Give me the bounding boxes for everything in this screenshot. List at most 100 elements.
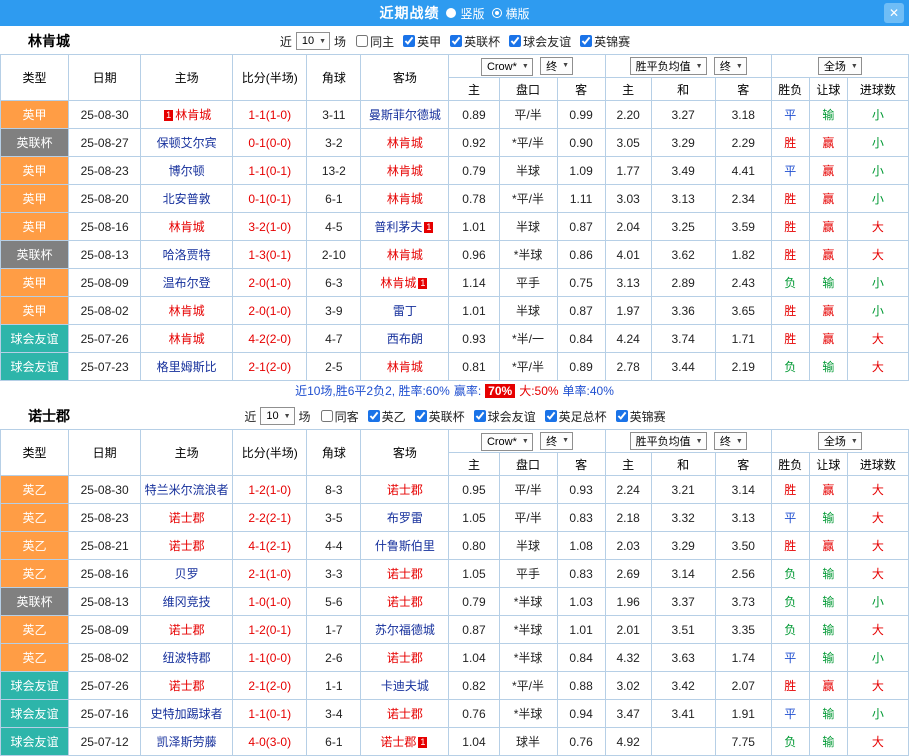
same-venue-checkbox-box[interactable] [356, 35, 368, 47]
team-link[interactable]: 西布朗 [387, 332, 423, 346]
league-filter-checkbox[interactable]: 英锦赛 [580, 33, 630, 50]
avg-draw-cell: 2.89 [651, 269, 715, 297]
league-filter-checkbox-box[interactable] [415, 410, 427, 422]
team-link[interactable]: 纽波特郡 [163, 651, 211, 665]
away-odds-cell-text: 1.09 [569, 164, 592, 178]
team-link[interactable]: 凯泽斯劳藤 [157, 735, 217, 749]
team-link[interactable]: 诺士郡 [169, 679, 205, 693]
avg-draw-cell: 3.37 [651, 588, 715, 616]
corner-cell-text: 3-9 [325, 304, 342, 318]
league-filter-checkbox[interactable]: 英甲 [403, 33, 441, 50]
team-link[interactable]: 普利茅夫 [374, 220, 422, 234]
team-link[interactable]: 保顿艾尔宾 [157, 136, 217, 150]
team-link[interactable]: 林肯城 [387, 164, 423, 178]
odds-final-select[interactable]: 终▼ [540, 57, 573, 75]
avg-home-cell-text: 2.24 [616, 483, 639, 497]
team-link[interactable]: 贝罗 [175, 567, 199, 581]
team-link[interactable]: 林肯城 [387, 136, 423, 150]
team-link[interactable]: 维冈竞技 [163, 595, 211, 609]
team-link[interactable]: 北安普敦 [163, 192, 211, 206]
team-link[interactable]: 林肯城 [387, 192, 423, 206]
avg-odds-select[interactable]: 胜平负均值▼ [630, 432, 707, 450]
team-link[interactable]: 博尔顿 [169, 164, 205, 178]
avg-odds-select[interactable]: 胜平负均值▼ [630, 57, 707, 75]
same-venue-checkbox[interactable]: 同客 [321, 408, 359, 425]
odds-final-select[interactable]: 终▼ [540, 432, 573, 450]
same-venue-checkbox[interactable]: 同主 [356, 33, 394, 50]
team-link[interactable]: 林肯城 [380, 276, 416, 290]
team-link[interactable]: 诺士郡 [387, 483, 423, 497]
team-link[interactable]: 特兰米尔流浪者 [145, 483, 229, 497]
league-filter-checkbox[interactable]: 英锦赛 [616, 408, 666, 425]
team-link[interactable]: 卡迪夫城 [381, 679, 429, 693]
section-bar: 林肯城 近10▼场同主英甲英联杯球会友谊英锦赛 [0, 28, 909, 54]
team-link[interactable]: 林肯城 [169, 304, 205, 318]
team-link[interactable]: 雷丁 [393, 304, 417, 318]
league-filter-checkbox[interactable]: 球会友谊 [509, 33, 571, 50]
avg-away-cell-text: 3.18 [732, 108, 755, 122]
close-button[interactable]: ✕ [884, 3, 904, 23]
team-link[interactable]: 曼斯菲尔德城 [369, 108, 441, 122]
layout-radio-horizontal[interactable]: 横版 [492, 5, 530, 22]
team-link[interactable]: 诺士郡 [169, 623, 205, 637]
league-filter-checkbox[interactable]: 英乙 [368, 408, 406, 425]
away-odds-cell-text: 1.11 [570, 192, 592, 206]
league-filter-checkbox-box[interactable] [474, 410, 486, 422]
avg-home-cell: 1.77 [605, 157, 651, 185]
league-filter-checkbox[interactable]: 英联杯 [450, 33, 500, 50]
team-link[interactable]: 苏尔福德城 [375, 623, 435, 637]
league-filter-checkbox-box[interactable] [403, 35, 415, 47]
col-header-score: 比分(半场) [233, 55, 307, 101]
handicap-cell-text: *平/半 [512, 360, 544, 374]
handicap-cell: *半球 [499, 644, 557, 672]
handicap-result-cell-text: 赢 [822, 539, 834, 553]
league-cell-text: 英甲 [23, 304, 47, 318]
team-link[interactable]: 诺士郡 [387, 567, 423, 581]
team-link[interactable]: 哈洛贾特 [163, 248, 211, 262]
league-filter-checkbox-box[interactable] [368, 410, 380, 422]
scope-select[interactable]: 全场▼ [818, 432, 862, 450]
match-row: 英乙25-08-02纽波特郡1-1(0-0)2-6诺士郡1.04*半球0.844… [1, 644, 909, 672]
team-link[interactable]: 布罗雷 [387, 511, 423, 525]
match-count-select[interactable]: 10▼ [260, 407, 294, 425]
team-link[interactable]: 林肯城 [169, 332, 205, 346]
team-link[interactable]: 诺士郡 [387, 595, 423, 609]
team-link[interactable]: 诺士郡 [387, 707, 423, 721]
league-filter-checkbox-box[interactable] [450, 35, 462, 47]
team-link[interactable]: 什鲁斯伯里 [375, 539, 435, 553]
avg-home-cell-text: 1.96 [616, 595, 639, 609]
odds-source-select[interactable]: Crow*▼ [481, 58, 533, 76]
team-link[interactable]: 诺士郡 [169, 511, 205, 525]
avg-final-select[interactable]: 终▼ [714, 432, 747, 450]
layout-radio-vertical[interactable]: 竖版 [446, 5, 484, 22]
league-filter-checkbox[interactable]: 英足总杯 [545, 408, 607, 425]
team-link[interactable]: 林肯城 [169, 220, 205, 234]
avg-home-cell: 4.01 [605, 241, 651, 269]
odds-source-select[interactable]: Crow*▼ [481, 433, 533, 451]
league-filter-checkbox[interactable]: 英联杯 [415, 408, 465, 425]
team-link[interactable]: 史特加踢球者 [151, 707, 223, 721]
team-link[interactable]: 诺士郡 [380, 735, 416, 749]
team-link[interactable]: 温布尔登 [163, 276, 211, 290]
league-cell: 英甲 [1, 269, 69, 297]
league-cell-text: 英联杯 [17, 136, 53, 150]
league-filter-checkbox[interactable]: 球会友谊 [474, 408, 536, 425]
home-odds-cell-text: 0.80 [462, 539, 485, 553]
team-link[interactable]: 格里姆斯比 [157, 360, 217, 374]
match-count-select[interactable]: 10▼ [296, 32, 330, 50]
team-link[interactable]: 诺士郡 [169, 539, 205, 553]
same-venue-checkbox-box[interactable] [321, 410, 333, 422]
scope-select[interactable]: 全场▼ [818, 57, 862, 75]
checkbox-label: 英甲 [417, 33, 441, 50]
league-filter-checkbox-box[interactable] [509, 35, 521, 47]
team-link[interactable]: 林肯城 [387, 248, 423, 262]
team-link[interactable]: 诺士郡 [387, 651, 423, 665]
score-cell: 4-1(2-1) [233, 532, 307, 560]
avg-final-select[interactable]: 终▼ [714, 57, 747, 75]
handicap-result-cell-text: 输 [822, 735, 834, 749]
league-filter-checkbox-box[interactable] [545, 410, 557, 422]
team-link[interactable]: 林肯城 [175, 108, 211, 122]
team-link[interactable]: 林肯城 [387, 360, 423, 374]
league-filter-checkbox-box[interactable] [580, 35, 592, 47]
league-filter-checkbox-box[interactable] [616, 410, 628, 422]
